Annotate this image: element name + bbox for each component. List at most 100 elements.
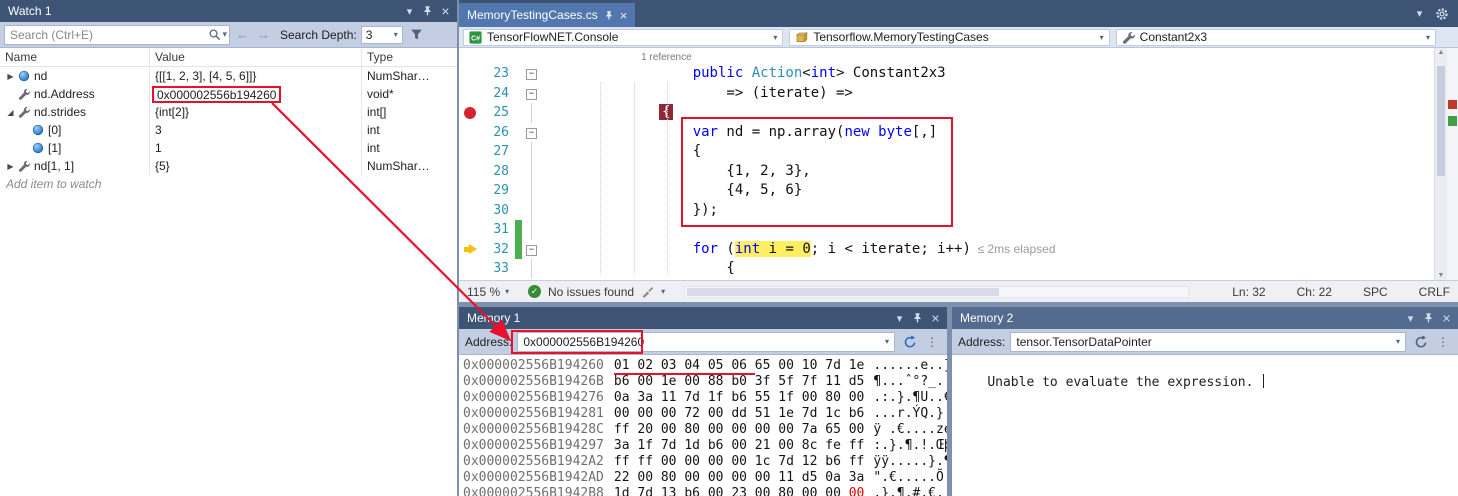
pin-icon[interactable] [419,3,436,20]
close-icon[interactable]: × [437,3,454,20]
glyph-margin[interactable] [459,201,481,221]
address-combobox[interactable]: 0x000002556B194260 ▾ [517,332,895,352]
memory-row[interactable]: 0x000002556B1942B81d 7d 13 b6 00 23 00 8… [463,486,947,496]
collapse-icon[interactable]: − [526,245,537,256]
code-text[interactable]: }); [541,201,1458,221]
glyph-margin[interactable] [459,123,481,143]
memory1-title-bar[interactable]: Memory 1 ▾ × [459,307,947,329]
watch-value-cell[interactable]: {int[2]} [150,103,362,121]
search-depth-select[interactable]: 3 ▾ [361,26,403,44]
glyph-margin[interactable] [459,259,481,279]
code-text[interactable]: => (iterate) => [541,84,1458,104]
glyph-margin[interactable] [459,162,481,182]
issues-check-icon[interactable]: ✓ [528,285,541,298]
memory-row[interactable]: 0x000002556B1942AD22 00 80 00 00 00 00 1… [463,470,947,486]
glyph-margin[interactable] [459,142,481,162]
close-icon[interactable]: × [927,310,944,327]
code-text[interactable]: {4, 5, 6} [541,181,1458,201]
memory-row[interactable]: 0x000002556B1942973a 1f 7d 1d b6 00 21 0… [463,438,947,454]
line-indicator[interactable]: Ln: 32 [1232,285,1265,299]
search-input[interactable] [10,28,208,42]
address-combobox[interactable]: tensor.TensorDataPointer ▾ [1010,332,1406,352]
glyph-margin[interactable] [459,103,481,123]
watch-row[interactable]: nd.Address0x000002556b194260void* [0,85,457,103]
pin-icon[interactable] [1420,310,1437,327]
code-text[interactable]: var nd = np.array(new byte[,] [541,123,1458,143]
memory-row[interactable]: 0x000002556B1942A2ff ff 00 00 00 00 1c 7… [463,454,947,470]
memory-content[interactable]: 0x000002556B19426001 02 03 04 05 06 65 0… [459,355,947,496]
project-dropdown[interactable]: TensorFlowNET.Console ▾ [463,29,783,46]
collapse-icon[interactable]: − [526,69,537,80]
window-position-caret-icon[interactable]: ▾ [401,3,418,20]
column-header-type[interactable]: Type [362,48,457,66]
issues-status[interactable]: No issues found [548,285,634,299]
memory2-title-bar[interactable]: Memory 2 ▾ × [952,307,1458,329]
window-list-caret-icon[interactable]: ▾ [1411,5,1428,22]
collapse-icon[interactable]: − [526,89,537,100]
vertical-scrollbar[interactable]: ▲ ▼ [1434,48,1447,280]
window-position-caret-icon[interactable]: ▾ [1402,310,1419,327]
add-item-row[interactable]: Add item to watch [0,175,457,193]
scrollbar-thumb[interactable] [1437,66,1445,176]
breakpoint-icon[interactable] [464,107,476,119]
column-header-value[interactable]: Value [150,48,362,66]
watch-row[interactable]: ▶nd{[[1, 2, 3], [4, 5, 6]]}NumShar… [0,67,457,85]
memory-row[interactable]: 0x000002556B19428100 00 00 72 00 dd 51 1… [463,406,947,422]
search-icon[interactable] [208,28,221,41]
memory-row[interactable]: 0x000002556B19428Cff 20 00 80 00 00 00 0… [463,422,947,438]
codelens-references[interactable]: 1 reference [641,52,692,63]
expander-icon[interactable]: ▶ [4,162,17,171]
search-options-caret-icon[interactable]: ▾ [222,29,227,40]
refresh-icon[interactable] [1412,333,1429,350]
glyph-margin[interactable] [459,84,481,104]
expander-icon[interactable]: ▶ [4,72,17,81]
scroll-down-icon[interactable]: ▼ [1435,272,1447,279]
watch-row[interactable]: ◢nd.strides{int[2]}int[] [0,103,457,121]
previous-result-icon[interactable]: ← [234,27,251,42]
memory-row[interactable]: 0x000002556B19426Bb6 00 1e 00 88 b0 3f 5… [463,374,947,390]
code-text[interactable]: { [541,142,1458,162]
memory-content[interactable]: Unable to evaluate the expression. [952,355,1458,496]
code-text[interactable]: {1, 2, 3}, [541,162,1458,182]
close-icon[interactable]: × [1438,310,1455,327]
watch-value-cell[interactable]: {[[1, 2, 3], [4, 5, 6]]} [150,67,362,85]
code-text[interactable]: { [541,259,1458,279]
code-cleanup-icon[interactable] [641,285,654,298]
scroll-up-icon[interactable]: ▲ [1435,49,1447,56]
member-dropdown[interactable]: Constant2x3 ▾ [1116,29,1436,46]
insert-mode-indicator[interactable]: SPC [1363,285,1388,299]
watch-title-bar[interactable]: Watch 1 ▾ × [0,0,457,22]
memory-row[interactable]: 0x000002556B1942760a 3a 11 7d 1f b6 55 1… [463,390,947,406]
tab-close-icon[interactable]: × [620,8,628,23]
expander-icon[interactable]: ◢ [4,108,17,117]
settings-gear-icon[interactable] [1433,5,1450,22]
watch-value-cell[interactable]: 3 [150,121,362,139]
watch-row[interactable]: ▶nd[1, 1]{5}NumShar… [0,157,457,175]
window-position-caret-icon[interactable]: ▾ [891,310,908,327]
toolbar-overflow-icon[interactable]: ⋮ [923,335,941,349]
toolbar-overflow-icon[interactable]: ⋮ [1434,335,1452,349]
watch-row[interactable]: [0]3int [0,121,457,139]
glyph-margin[interactable] [459,220,481,240]
memory-row[interactable]: 0x000002556B19426001 02 03 04 05 06 65 0… [463,358,947,374]
watch-value-cell[interactable]: 1 [150,139,362,157]
type-dropdown[interactable]: Tensorflow.MemoryTestingCases ▾ [789,29,1109,46]
watch-value-cell[interactable]: {5} [150,157,362,175]
refresh-icon[interactable] [901,333,918,350]
chevron-down-icon[interactable]: ▾ [661,287,665,296]
code-editor[interactable]: 1 reference23−public Action<int> Constan… [459,48,1458,280]
document-tab[interactable]: MemoryTestingCases.cs × [459,3,635,27]
horizontal-scrollbar[interactable] [684,286,1189,298]
glyph-margin[interactable] [459,181,481,201]
next-result-icon[interactable]: → [255,27,272,42]
column-header-name[interactable]: Name [0,48,150,66]
collapse-icon[interactable]: − [526,128,537,139]
pin-icon[interactable] [909,310,926,327]
zoom-select[interactable]: 115 % ▾ [467,285,521,299]
watch-value-cell[interactable]: 0x000002556b194260 [150,85,362,103]
glyph-margin[interactable] [459,240,481,260]
filter-icon[interactable] [408,26,425,43]
watch-row[interactable]: [1]1int [0,139,457,157]
search-box[interactable]: ▾ [4,25,230,45]
column-indicator[interactable]: Ch: 22 [1297,285,1332,299]
